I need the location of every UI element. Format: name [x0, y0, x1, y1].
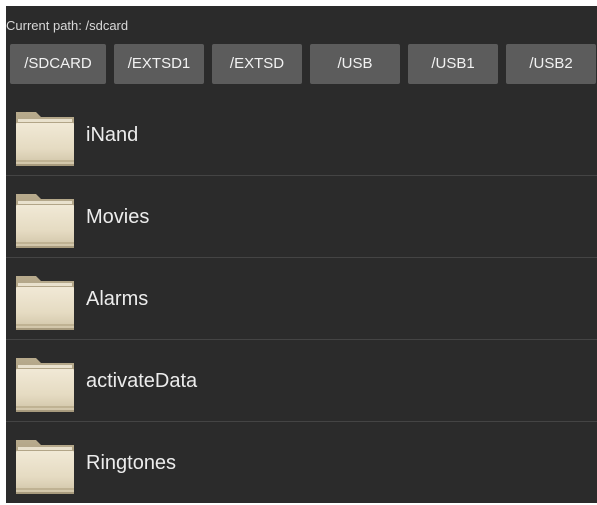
current-path: Current path: /sdcard — [6, 18, 129, 33]
file-name: Movies — [86, 206, 150, 228]
file-name: Alarms — [86, 288, 149, 310]
list-item[interactable]: activateData — [6, 340, 597, 422]
list-item[interactable]: Movies — [6, 176, 597, 258]
storage-button-sdcard[interactable]: /SDCARD — [10, 44, 106, 84]
storage-button-usb2[interactable]: /USB2 — [506, 44, 596, 84]
file-name: Ringtones — [86, 452, 177, 474]
storage-button-extsd1[interactable]: /EXTSD1 — [114, 44, 204, 84]
storage-button-usb1[interactable]: /USB1 — [408, 44, 498, 84]
storage-button-extsd[interactable]: /EXTSD — [212, 44, 302, 84]
storage-toolbar: /SDCARD /EXTSD1 /EXTSD /USB /USB1 /USB2 — [10, 44, 597, 84]
list-item[interactable]: Ringtones — [6, 422, 597, 503]
folder-icon — [14, 104, 76, 168]
folder-icon — [14, 186, 76, 250]
folder-icon — [14, 350, 76, 414]
storage-button-usb[interactable]: /USB — [310, 44, 400, 84]
file-name: activateData — [86, 370, 198, 392]
file-manager-app: Current path: /sdcard /SDCARD /EXTSD1 /E… — [6, 6, 597, 503]
list-item[interactable]: iNand — [6, 94, 597, 176]
file-name: iNand — [86, 124, 139, 146]
folder-icon — [14, 432, 76, 496]
folder-icon — [14, 268, 76, 332]
list-item[interactable]: Alarms — [6, 258, 597, 340]
